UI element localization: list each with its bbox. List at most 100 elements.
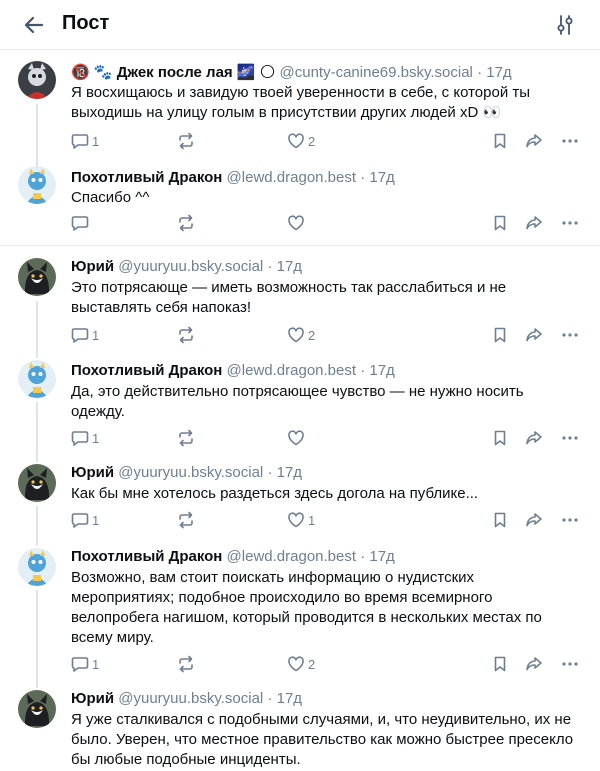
share-icon — [525, 429, 543, 447]
like-count: 2 — [308, 327, 316, 343]
repost-icon — [177, 326, 195, 344]
comment-icon — [71, 132, 89, 150]
share-button[interactable] — [525, 131, 543, 151]
post-time[interactable]: 17д — [369, 362, 394, 379]
share-button[interactable] — [525, 654, 543, 674]
heart-icon — [287, 326, 305, 344]
heart-icon — [287, 511, 305, 529]
post-text: Я восхищаюсь и завидую твоей уверенности… — [71, 84, 531, 121]
author-name[interactable]: Похотливый Дракон — [71, 169, 222, 186]
share-icon — [525, 132, 543, 150]
avatar[interactable] — [18, 166, 56, 204]
more-button[interactable] — [561, 428, 579, 448]
reply-count: 1 — [92, 133, 100, 149]
bookmark-button[interactable] — [491, 213, 509, 233]
like-button[interactable] — [287, 213, 308, 233]
avatar[interactable] — [18, 360, 56, 398]
post-meta: Юрий @yuuryuu.bsky.social · 17д — [71, 258, 303, 275]
post-actions: 1 2 — [71, 325, 586, 345]
like-count: 2 — [308, 656, 316, 672]
ellipsis-icon — [561, 214, 579, 232]
post-meta: 🔞 🐾 Джек после лая 🌌 🌕 @cunty-canine69.b… — [71, 64, 512, 81]
like-button[interactable] — [287, 428, 308, 448]
arrow-left-icon[interactable] — [22, 13, 46, 37]
bookmark-button[interactable] — [491, 510, 509, 530]
post-meta: Похотливый Дракон @lewd.dragon.best · 17… — [71, 362, 395, 379]
more-button[interactable] — [561, 213, 579, 233]
reply-button[interactable]: 1 — [71, 325, 99, 345]
more-button[interactable] — [561, 654, 579, 674]
ellipsis-icon — [561, 326, 579, 344]
post-actions: 1 2 — [71, 654, 586, 674]
author-name[interactable]: Юрий — [71, 690, 114, 707]
post-time[interactable]: 17д — [277, 464, 302, 481]
author-name[interactable]: Джек после лая — [117, 64, 233, 81]
emoji-prefix: 🔞 🐾 — [71, 64, 113, 81]
ellipsis-icon — [561, 655, 579, 673]
thread-post[interactable]: 🔞 🐾 Джек после лая 🌌 🌕 @cunty-canine69.b… — [0, 51, 600, 168]
thread-post[interactable]: Похотливый Дракон @lewd.dragon.best · 17… — [0, 354, 600, 460]
repost-icon — [177, 511, 195, 529]
post-time[interactable]: 17д — [369, 169, 394, 186]
post-time[interactable]: 17д — [277, 258, 302, 275]
author-handle[interactable]: @yuuryuu.bsky.social — [118, 464, 263, 481]
like-button[interactable]: 2 — [287, 325, 315, 345]
author-handle[interactable]: @lewd.dragon.best — [227, 548, 356, 565]
repost-button[interactable] — [177, 510, 195, 530]
repost-button[interactable] — [177, 654, 195, 674]
reply-button[interactable]: 1 — [71, 654, 99, 674]
bookmark-icon — [491, 132, 509, 150]
share-button[interactable] — [525, 325, 543, 345]
bookmark-button[interactable] — [491, 131, 509, 151]
thread-post[interactable]: Юрий @yuuryuu.bsky.social · 17д Это потр… — [0, 246, 600, 356]
bookmark-button[interactable] — [491, 428, 509, 448]
share-button[interactable] — [525, 510, 543, 530]
reply-button[interactable]: 1 — [71, 428, 99, 448]
post-time[interactable]: 17д — [486, 64, 511, 81]
sliders-icon[interactable] — [555, 14, 575, 36]
author-handle[interactable]: @yuuryuu.bsky.social — [118, 258, 263, 275]
reply-button[interactable]: 1 — [71, 131, 99, 151]
author-name[interactable]: Юрий — [71, 464, 114, 481]
thread-post[interactable]: Похотливый Дракон @lewd.dragon.best · 17… — [0, 543, 600, 686]
avatar[interactable] — [18, 258, 56, 296]
avatar[interactable] — [18, 548, 56, 586]
avatar[interactable] — [18, 61, 56, 99]
reply-button[interactable] — [71, 213, 92, 233]
share-icon — [525, 326, 543, 344]
like-button[interactable]: 2 — [287, 131, 315, 151]
bookmark-button[interactable] — [491, 325, 509, 345]
heart-icon — [287, 214, 305, 232]
more-button[interactable] — [561, 510, 579, 530]
avatar[interactable] — [18, 464, 56, 502]
avatar[interactable] — [18, 690, 56, 728]
share-button[interactable] — [525, 428, 543, 448]
author-handle[interactable]: @lewd.dragon.best — [227, 169, 356, 186]
author-handle[interactable]: @cunty-canine69.bsky.social — [280, 64, 473, 81]
reply-button[interactable]: 1 — [71, 510, 99, 530]
thread-post[interactable]: Похотливый Дракон @lewd.dragon.best · 17… — [0, 166, 600, 244]
repost-button[interactable] — [177, 213, 195, 233]
author-handle[interactable]: @yuuryuu.bsky.social — [118, 690, 263, 707]
repost-button[interactable] — [177, 325, 195, 345]
author-name[interactable]: Похотливый Дракон — [71, 362, 222, 379]
more-button[interactable] — [561, 131, 579, 151]
bookmark-button[interactable] — [491, 654, 509, 674]
repost-button[interactable] — [177, 428, 195, 448]
like-count: 1 — [308, 512, 316, 528]
share-button[interactable] — [525, 213, 543, 233]
thread-post[interactable]: Юрий @yuuryuu.bsky.social · 17д Как бы м… — [0, 460, 600, 543]
thread-post[interactable]: Юрий @yuuryuu.bsky.social · 17д Я уже ст… — [0, 686, 600, 771]
author-name[interactable]: Юрий — [71, 258, 114, 275]
post-time[interactable]: 17д — [369, 548, 394, 565]
like-button[interactable]: 1 — [287, 510, 315, 530]
name-emoji: 🌌 🌕 — [236, 64, 276, 81]
author-name[interactable]: Похотливый Дракон — [71, 548, 222, 565]
repost-button[interactable] — [177, 131, 195, 151]
author-handle[interactable]: @lewd.dragon.best — [227, 362, 356, 379]
like-button[interactable]: 2 — [287, 654, 315, 674]
more-button[interactable] — [561, 325, 579, 345]
comment-icon — [71, 511, 89, 529]
post-time[interactable]: 17д — [277, 690, 302, 707]
repost-icon — [177, 132, 195, 150]
